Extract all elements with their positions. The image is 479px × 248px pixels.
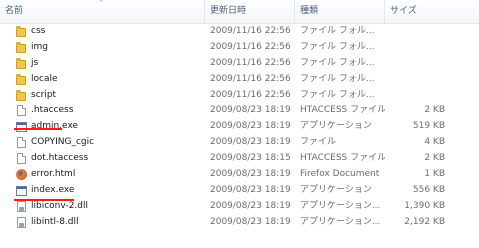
file-date: 2009/08/23 18:19 xyxy=(210,121,291,132)
file-date: 2009/08/23 18:19 xyxy=(210,169,291,180)
folder-icon xyxy=(16,73,26,85)
folder-icon xyxy=(16,41,26,53)
file-size xyxy=(385,88,445,104)
file-type: ファイル xyxy=(300,137,337,148)
file-name: error.html xyxy=(31,169,76,180)
file-size: 2,192 KB xyxy=(404,216,445,227)
column-header-date[interactable]: 更新日時 xyxy=(205,0,295,23)
file-date: 2009/11/16 22:56 xyxy=(210,57,291,68)
file-type: HTACCESS ファイル xyxy=(300,153,385,164)
file-name: dot.htaccess xyxy=(31,153,89,164)
file-type: ファイル フォル... xyxy=(300,26,375,36)
file-date: 2009/08/23 18:19 xyxy=(210,137,291,148)
file-row[interactable]: css 2009/11/16 22:56 ファイル フォル... xyxy=(0,24,479,40)
file-row[interactable]: libintl-8.dll 2009/08/23 18:19 アプリケーション.… xyxy=(0,215,479,231)
file-name: locale xyxy=(31,73,58,84)
column-header-bar: 名前 ^ 更新日時 種類 サイズ xyxy=(0,0,479,24)
column-header-name-label: 名前 xyxy=(5,6,24,16)
file-type: HTACCESS ファイル xyxy=(300,105,385,116)
file-size xyxy=(385,40,445,56)
file-size: 4 KB xyxy=(424,137,445,148)
file-row[interactable]: .htaccess 2009/08/23 18:19 HTACCESS ファイル… xyxy=(0,103,479,119)
file-row[interactable]: dot.htaccess 2009/08/23 18:15 HTACCESS フ… xyxy=(0,151,479,167)
file-name: js xyxy=(31,57,39,68)
sort-ascending-icon: ^ xyxy=(98,0,104,7)
file-icon xyxy=(17,105,26,117)
file-row[interactable]: script 2009/11/16 22:56 ファイル フォル... xyxy=(0,88,479,104)
file-size: 1 KB xyxy=(424,169,445,180)
file-date: 2009/08/23 18:15 xyxy=(210,153,291,164)
file-name: COPYING_cgic xyxy=(31,137,95,148)
file-type: ファイル フォル... xyxy=(300,89,375,100)
file-type: アプリケーション xyxy=(300,121,372,132)
file-row[interactable]: img 2009/11/16 22:56 ファイル フォル... xyxy=(0,40,479,56)
file-type: アプリケーション... xyxy=(300,200,381,211)
file-type: Firefox Document xyxy=(300,169,380,180)
column-header-size-label: サイズ xyxy=(390,6,417,16)
file-row[interactable]: js 2009/11/16 22:56 ファイル フォル... xyxy=(0,56,479,72)
file-date: 2009/11/16 22:56 xyxy=(210,41,291,52)
file-name: script xyxy=(31,89,57,100)
dll-icon xyxy=(17,200,26,212)
file-size: 1,390 KB xyxy=(404,200,445,211)
file-size xyxy=(385,24,445,40)
file-date: 2009/08/23 18:19 xyxy=(210,216,291,227)
file-name: .htaccess xyxy=(31,105,74,116)
file-type: ファイル フォル... xyxy=(300,41,375,52)
file-row[interactable]: index.exe 2009/08/23 18:19 アプリケーション 556 … xyxy=(0,183,479,199)
file-name: libintl-8.dll xyxy=(31,216,79,227)
file-size xyxy=(385,56,445,72)
file-type: ファイル フォル... xyxy=(300,57,375,68)
dll-icon xyxy=(17,216,26,228)
exe-icon xyxy=(16,185,27,196)
file-name: img xyxy=(31,41,48,52)
file-date: 2009/11/16 22:56 xyxy=(210,89,291,100)
folder-icon xyxy=(16,26,26,37)
file-date: 2009/08/23 18:19 xyxy=(210,200,291,211)
file-date: 2009/08/23 18:19 xyxy=(210,105,291,116)
column-header-size[interactable]: サイズ xyxy=(385,0,448,23)
file-type: ファイル フォル... xyxy=(300,73,375,84)
file-size: 556 KB xyxy=(412,184,445,195)
column-header-date-label: 更新日時 xyxy=(210,6,247,16)
file-type: アプリケーション... xyxy=(300,216,381,227)
file-size: 2 KB xyxy=(424,105,445,116)
column-header-type-label: 種類 xyxy=(300,6,319,16)
folder-icon xyxy=(16,57,26,69)
file-name: index.exe xyxy=(31,184,75,195)
file-row[interactable]: locale 2009/11/16 22:56 ファイル フォル... xyxy=(0,72,479,88)
folder-icon xyxy=(16,89,26,101)
file-size xyxy=(385,72,445,88)
file-size: 519 KB xyxy=(412,121,445,132)
file-size: 2 KB xyxy=(424,153,445,164)
column-header-name[interactable]: 名前 ^ xyxy=(0,0,205,23)
file-type: アプリケーション xyxy=(300,184,372,195)
file-row[interactable]: COPYING_cgic 2009/08/23 18:19 ファイル 4 KB xyxy=(0,135,479,151)
file-row[interactable]: libiconv-2.dll 2009/08/23 18:19 アプリケーション… xyxy=(0,199,479,215)
column-header-type[interactable]: 種類 xyxy=(295,0,385,23)
file-date: 2009/08/23 18:19 xyxy=(210,184,291,195)
file-name: css xyxy=(31,26,46,36)
file-date: 2009/11/16 22:56 xyxy=(210,73,291,84)
highlight-underline-index xyxy=(14,199,74,201)
file-date: 2009/11/16 22:56 xyxy=(210,26,291,36)
file-row[interactable]: error.html 2009/08/23 18:19 Firefox Docu… xyxy=(0,167,479,183)
highlight-underline-admin xyxy=(14,128,62,130)
file-icon xyxy=(17,153,26,165)
file-name: libiconv-2.dll xyxy=(31,200,89,211)
file-row[interactable]: admin.exe 2009/08/23 18:19 アプリケーション 519 … xyxy=(0,119,479,135)
firefox-document-icon xyxy=(16,169,27,181)
file-icon xyxy=(17,137,26,149)
